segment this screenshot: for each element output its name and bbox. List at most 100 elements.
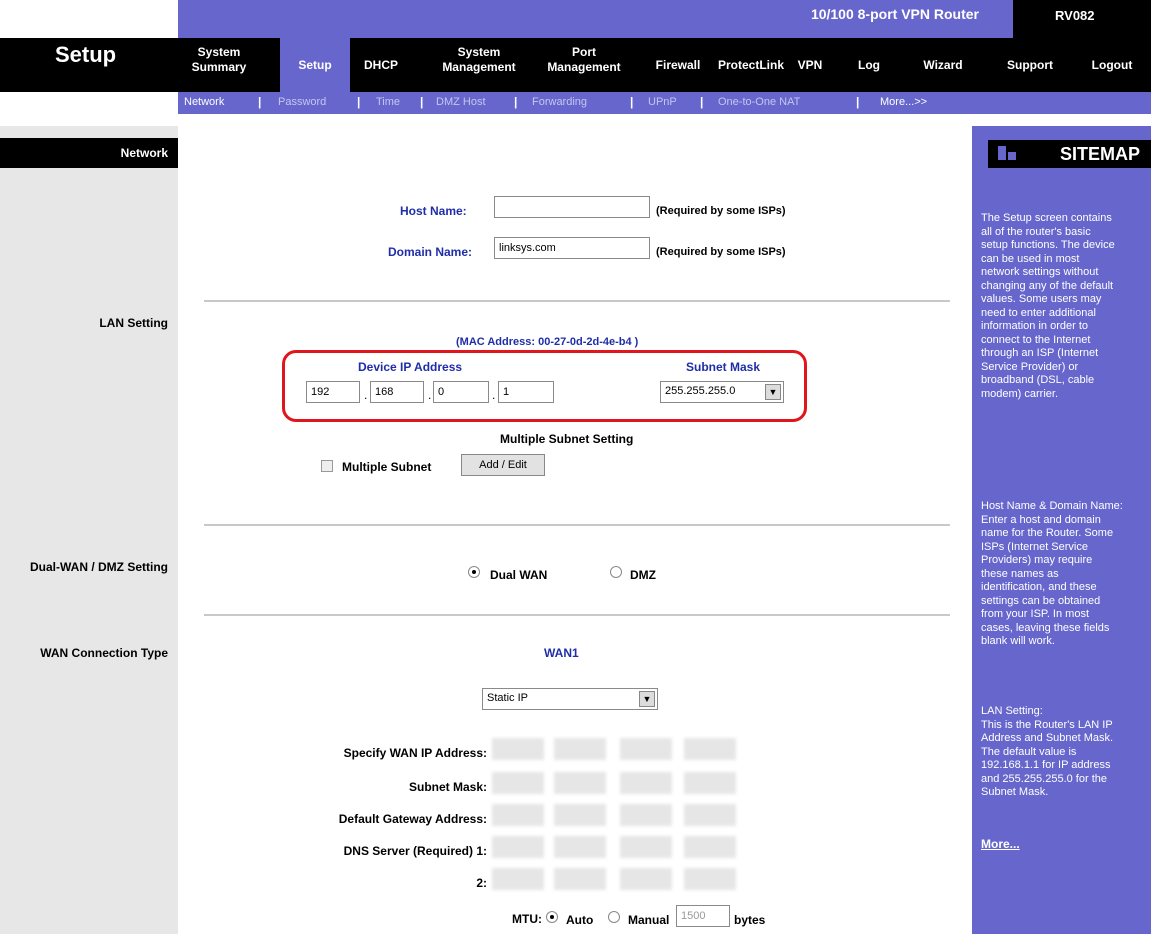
domain-name-hint: (Required by some ISPs)	[656, 246, 786, 258]
dns-server-2-label: 2:	[476, 876, 487, 890]
host-name-input[interactable]	[494, 196, 650, 218]
dual-wan-label: Dual WAN	[490, 568, 548, 582]
nav-support[interactable]: Support	[1002, 58, 1058, 73]
dns2-octet-1[interactable]	[492, 868, 544, 890]
subnav-separator: |	[700, 95, 704, 109]
subnav-upnp[interactable]: UPnP	[648, 96, 677, 108]
nav-firewall[interactable]: Firewall	[650, 58, 706, 73]
highlight-outline	[282, 350, 807, 422]
dropdown-arrow-icon: ▼	[639, 691, 655, 707]
default-gateway-label: Default Gateway Address:	[338, 812, 487, 826]
multiple-subnet-checkbox[interactable]	[321, 460, 333, 472]
left-column	[0, 126, 178, 934]
wan-subnet-mask-label: Subnet Mask:	[408, 780, 487, 794]
dns1-octet-2[interactable]	[554, 836, 606, 858]
wan-address-fields	[492, 738, 742, 898]
dmz-radio[interactable]	[610, 566, 622, 578]
gateway-octet-3[interactable]	[620, 804, 672, 826]
wan-mask-octet-2[interactable]	[554, 772, 606, 794]
subnav-separator: |	[856, 95, 860, 109]
dns2-octet-2[interactable]	[554, 868, 606, 890]
nav-log[interactable]: Log	[854, 58, 884, 73]
dual-wan-radio[interactable]	[468, 566, 480, 578]
dns2-octet-3[interactable]	[620, 868, 672, 890]
wan-connection-type-label: WAN Connection Type	[40, 646, 168, 660]
section-network-label: Network	[120, 146, 168, 160]
domain-name-label: Domain Name:	[388, 245, 473, 259]
mtu-label: MTU:	[512, 912, 542, 926]
page-title: Setup	[55, 42, 117, 67]
nav-system-summary[interactable]: System Summary	[188, 45, 250, 75]
header-logo-area	[0, 0, 178, 38]
help-more-link[interactable]: More...	[981, 837, 1020, 851]
nav-setup[interactable]: Setup	[280, 58, 350, 73]
mtu-manual-label: Manual	[628, 913, 670, 927]
subnav-separator: |	[630, 95, 634, 109]
dns-server-1-label: DNS Server (Required) 1:	[343, 844, 487, 858]
subnav-one-to-one-nat[interactable]: One-to-One NAT	[718, 96, 800, 108]
wan-ip-octet-4[interactable]	[684, 738, 736, 760]
gateway-octet-4[interactable]	[684, 804, 736, 826]
nav-protectlink[interactable]: ProtectLink	[712, 58, 790, 73]
mtu-auto-radio[interactable]	[546, 911, 558, 923]
gateway-octet-1[interactable]	[492, 804, 544, 826]
subnav-password[interactable]: Password	[278, 96, 326, 108]
wan-ip-octet-1[interactable]	[492, 738, 544, 760]
subnav-separator: |	[258, 95, 262, 109]
wan-ip-label: Specify WAN IP Address:	[343, 746, 487, 760]
subnav-separator: |	[357, 95, 361, 109]
dual-wan-dmz-label: Dual-WAN / DMZ Setting	[30, 560, 168, 574]
sitemap-logo-icon	[998, 146, 1016, 160]
wan-connection-type-select[interactable]: Static IP ▼	[482, 688, 658, 710]
nav-vpn[interactable]: VPN	[792, 58, 828, 73]
subnav-forwarding[interactable]: Forwarding	[532, 96, 587, 108]
dns1-octet-3[interactable]	[620, 836, 672, 858]
lan-setting-label: LAN Setting	[99, 316, 168, 330]
mtu-auto-label: Auto	[566, 913, 594, 927]
model-badge: RV082	[1013, 0, 1151, 38]
gateway-octet-2[interactable]	[554, 804, 606, 826]
subnav-dmz-host[interactable]: DMZ Host	[436, 96, 486, 108]
subnav-time[interactable]: Time	[376, 96, 400, 108]
mac-address: (MAC Address: 00-27-0d-2d-4e-b4 )	[456, 336, 639, 348]
mtu-manual-radio[interactable]	[608, 911, 620, 923]
help-intro: The Setup screen contains all of the rou…	[981, 212, 1115, 400]
subnav-separator: |	[514, 95, 518, 109]
dns1-octet-1[interactable]	[492, 836, 544, 858]
multiple-subnet-title: Multiple Subnet Setting	[500, 432, 634, 446]
header-spacer	[0, 114, 1151, 126]
subnav-separator: |	[420, 95, 424, 109]
domain-name-input[interactable]	[494, 237, 650, 259]
wan-ip-octet-3[interactable]	[620, 738, 672, 760]
divider	[204, 524, 950, 526]
nav-system-management[interactable]: System Management	[438, 45, 520, 75]
nav-wizard[interactable]: Wizard	[918, 58, 968, 73]
multiple-subnet-label: Multiple Subnet	[342, 460, 432, 474]
help-host-domain: Host Name & Domain Name: Enter a host an…	[981, 500, 1123, 647]
wan-connection-type-value: Static IP	[487, 692, 528, 704]
host-name-hint: (Required by some ISPs)	[656, 205, 786, 217]
sitemap-title: SITEMAP	[1060, 144, 1141, 164]
product-name: 10/100 8-port VPN Router	[810, 6, 979, 22]
mtu-unit: bytes	[734, 913, 766, 927]
dmz-label: DMZ	[630, 568, 656, 582]
dns1-octet-4[interactable]	[684, 836, 736, 858]
nav-port-management[interactable]: Port Management	[538, 45, 630, 75]
subnav-more[interactable]: More...>>	[880, 96, 927, 108]
wan-mask-octet-4[interactable]	[684, 772, 736, 794]
host-name-label: Host Name:	[400, 204, 467, 218]
wan-mask-octet-3[interactable]	[620, 772, 672, 794]
add-edit-button[interactable]: Add / Edit	[461, 454, 545, 476]
subnav-network[interactable]: Network	[184, 96, 224, 108]
dns2-octet-4[interactable]	[684, 868, 736, 890]
divider	[204, 614, 950, 616]
wan-mask-octet-1[interactable]	[492, 772, 544, 794]
mtu-input[interactable]	[676, 905, 730, 927]
nav-logout[interactable]: Logout	[1084, 58, 1140, 73]
help-lan-setting: LAN Setting: This is the Router's LAN IP…	[981, 705, 1114, 798]
header-top-bar	[178, 0, 1151, 38]
nav-dhcp[interactable]: DHCP	[357, 58, 405, 73]
wan-ip-octet-2[interactable]	[554, 738, 606, 760]
wan1-title: WAN1	[544, 646, 579, 660]
divider	[204, 300, 950, 302]
